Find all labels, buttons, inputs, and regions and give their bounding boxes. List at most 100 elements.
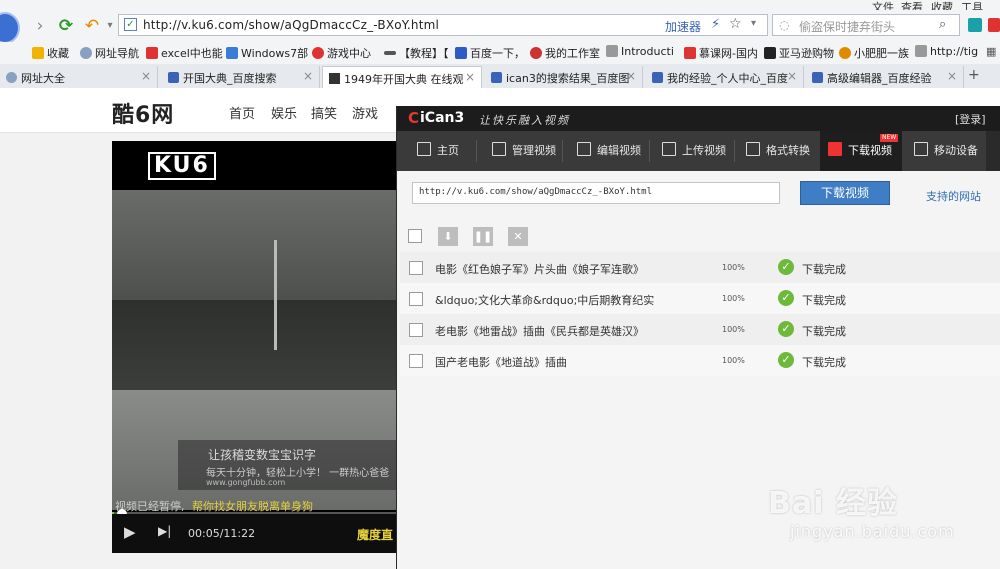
bookmark-item[interactable]: 慕课网-国内	[684, 45, 758, 61]
close-tab-icon[interactable]: ×	[465, 70, 475, 84]
site-nav-home[interactable]: 首页	[229, 103, 255, 122]
menu-bar: 文件 查看 收藏 工具	[0, 0, 1000, 14]
download-action-icon[interactable]: ⬇	[438, 227, 458, 246]
smile-icon	[839, 47, 851, 59]
pause-action-icon[interactable]: ❚❚	[473, 227, 493, 246]
toolbar-format-convert[interactable]: 格式转换	[738, 131, 818, 171]
forward-icon[interactable]: ›	[28, 14, 52, 38]
page-icon	[915, 45, 927, 57]
row-progress: 100%	[722, 294, 745, 303]
check-icon: ✓	[778, 352, 794, 368]
supported-sites-link[interactable]: 支持的网站	[926, 188, 981, 204]
row-title: 电影《红色娘子军》片头曲《娘子军连歌》	[435, 263, 644, 276]
lightning-icon[interactable]: ⚡	[711, 17, 720, 32]
bookmark-item[interactable]: 百度一下，	[455, 45, 525, 61]
play-icon[interactable]: ▶	[124, 523, 136, 541]
select-all-checkbox[interactable]	[408, 229, 422, 243]
row-checkbox[interactable]	[409, 261, 423, 275]
dropdown-icon[interactable]: ▾	[751, 18, 756, 29]
download-video-button[interactable]: 下载视频	[800, 181, 890, 205]
accelerator-label[interactable]: 加速器	[665, 18, 701, 35]
toolbar-separator	[476, 140, 477, 162]
channel-label[interactable]: 魔度直	[357, 526, 393, 543]
bookmark-item[interactable]: 亚马逊购物	[764, 45, 834, 61]
extension-icon-2[interactable]	[988, 18, 1000, 32]
ad-subtitle: 每天十分钟，轻松上小学！ 一群热心爸爸	[206, 468, 390, 479]
refresh-icon[interactable]: ⟳	[54, 14, 78, 38]
close-tab-icon[interactable]: ×	[141, 69, 151, 83]
back-button[interactable]	[0, 12, 20, 44]
search-box[interactable]: ◌ 偷盗保时捷弃街头 ⌕	[772, 14, 960, 36]
bookmark-item[interactable]: Introducti	[606, 45, 674, 58]
row-status: 下载完成	[802, 325, 846, 338]
convert-icon	[746, 142, 760, 156]
bookmark-item[interactable]: Windows7部	[226, 45, 308, 61]
close-tab-icon[interactable]: ×	[787, 69, 797, 83]
row-status: 下载完成	[802, 356, 846, 369]
close-tab-icon[interactable]: ×	[947, 69, 957, 83]
next-icon[interactable]: ▶|	[158, 524, 171, 538]
login-link[interactable]: [登录]	[955, 111, 986, 127]
search-engine-icon[interactable]: ◌	[779, 18, 789, 32]
bookmark-item[interactable]: http://tig	[915, 45, 978, 58]
close-tab-icon[interactable]: ×	[303, 69, 313, 83]
bookmarks-bar: 收藏 网址导航 excel中也能 Windows7部 游戏中心 【教程】【 百度…	[0, 42, 1000, 65]
ican-title-bar[interactable]: C iCan3 让快乐融入视频 [登录]	[397, 106, 1000, 131]
video-scene-crowd	[112, 300, 398, 390]
globe-icon	[6, 72, 17, 83]
tab[interactable]: 高级编辑器_百度经验 ×	[806, 66, 964, 88]
search-icon[interactable]: ⌕	[939, 17, 946, 32]
toolbar-edit-video[interactable]: 编辑视频	[566, 131, 646, 171]
delete-action-icon[interactable]: ✕	[508, 227, 528, 246]
site-logo[interactable]: 酷6网	[112, 97, 174, 129]
bookmark-item[interactable]: 游戏中心	[312, 45, 371, 61]
row-checkbox[interactable]	[409, 354, 423, 368]
bookmark-item[interactable]: 网址导航	[80, 45, 139, 61]
paw-icon	[455, 47, 467, 59]
bookmark-item[interactable]: 小肥肥一族	[839, 45, 909, 61]
address-bar[interactable]: ✓ http://v.ku6.com/show/aQgDmaccCz_-BXoY…	[118, 14, 768, 36]
download-row[interactable]: 国产老电影《地道战》插曲 100% ✓ 下载完成	[400, 345, 1000, 376]
download-row[interactable]: 电影《红色娘子军》片头曲《娘子军连歌》 100% ✓ 下载完成	[400, 252, 1000, 283]
extension-icon[interactable]	[968, 18, 982, 32]
bookmark-item[interactable]: excel中也能	[146, 45, 223, 61]
site-nav-funny[interactable]: 搞笑	[311, 103, 337, 122]
row-checkbox[interactable]	[409, 323, 423, 337]
download-row[interactable]: &ldquo;文化大革命&rdquo;中后期教育纪实 100% ✓ 下载完成	[400, 283, 1000, 314]
download-row[interactable]: 老电影《地雷战》插曲《民兵都是英雄汉》 100% ✓ 下载完成	[400, 314, 1000, 345]
toolbar-separator	[562, 140, 563, 162]
row-title: &ldquo;文化大革命&rdquo;中后期教育纪实	[435, 294, 655, 307]
check-icon: ✓	[778, 290, 794, 306]
bookmark-item[interactable]: 收藏	[32, 45, 69, 61]
paw-icon	[168, 72, 179, 83]
row-checkbox[interactable]	[409, 292, 423, 306]
row-status: 下载完成	[802, 294, 846, 307]
new-tab-icon[interactable]: +	[968, 67, 980, 83]
close-tab-icon[interactable]: ×	[626, 69, 636, 83]
video-scene-sky	[112, 190, 398, 300]
bookmarks-more-icon[interactable]: ▦	[986, 45, 996, 58]
toolbar-manage-video[interactable]: 管理视频	[480, 131, 560, 171]
site-nav-entertainment[interactable]: 娱乐	[271, 103, 297, 122]
tab[interactable]: 开国大典_百度搜索 ×	[162, 66, 320, 88]
toolbar-home[interactable]: 主页	[403, 131, 465, 171]
weibo-icon	[530, 47, 542, 59]
search-input[interactable]: 偷盗保时捷弃街头	[799, 18, 895, 35]
tab[interactable]: 网址大全 ×	[0, 66, 158, 88]
tab-active[interactable]: 1949年开国大典 在线观 ×	[322, 66, 482, 88]
video-url-input[interactable]: http://v.ku6.com/show/aQgDmaccCz_-BXoY.h…	[412, 182, 780, 204]
film-icon	[492, 142, 506, 156]
star-icon[interactable]: ☆	[729, 16, 742, 32]
check-icon: ✓	[778, 321, 794, 337]
bookmark-item[interactable]: 我的工作室	[530, 45, 600, 61]
toolbar-upload-video[interactable]: 上传视频	[652, 131, 732, 171]
url-text[interactable]: http://v.ku6.com/show/aQgDmaccCz_-BXoY.h…	[143, 18, 439, 32]
tab[interactable]: ican3的搜索结果_百度图 ×	[485, 66, 643, 88]
tab-bar: 网址大全 × 开国大典_百度搜索 × 1949年开国大典 在线观 × ican3的搜索…	[0, 64, 1000, 89]
tab[interactable]: 我的经验_个人中心_百度 ×	[646, 66, 804, 88]
bookmark-item[interactable]: 【教程】【	[384, 45, 449, 61]
mobile-icon	[914, 142, 928, 156]
site-nav-games[interactable]: 游戏	[352, 103, 378, 122]
toolbar-mobile-device[interactable]: 移动设备	[906, 131, 986, 171]
game-icon	[312, 47, 324, 59]
